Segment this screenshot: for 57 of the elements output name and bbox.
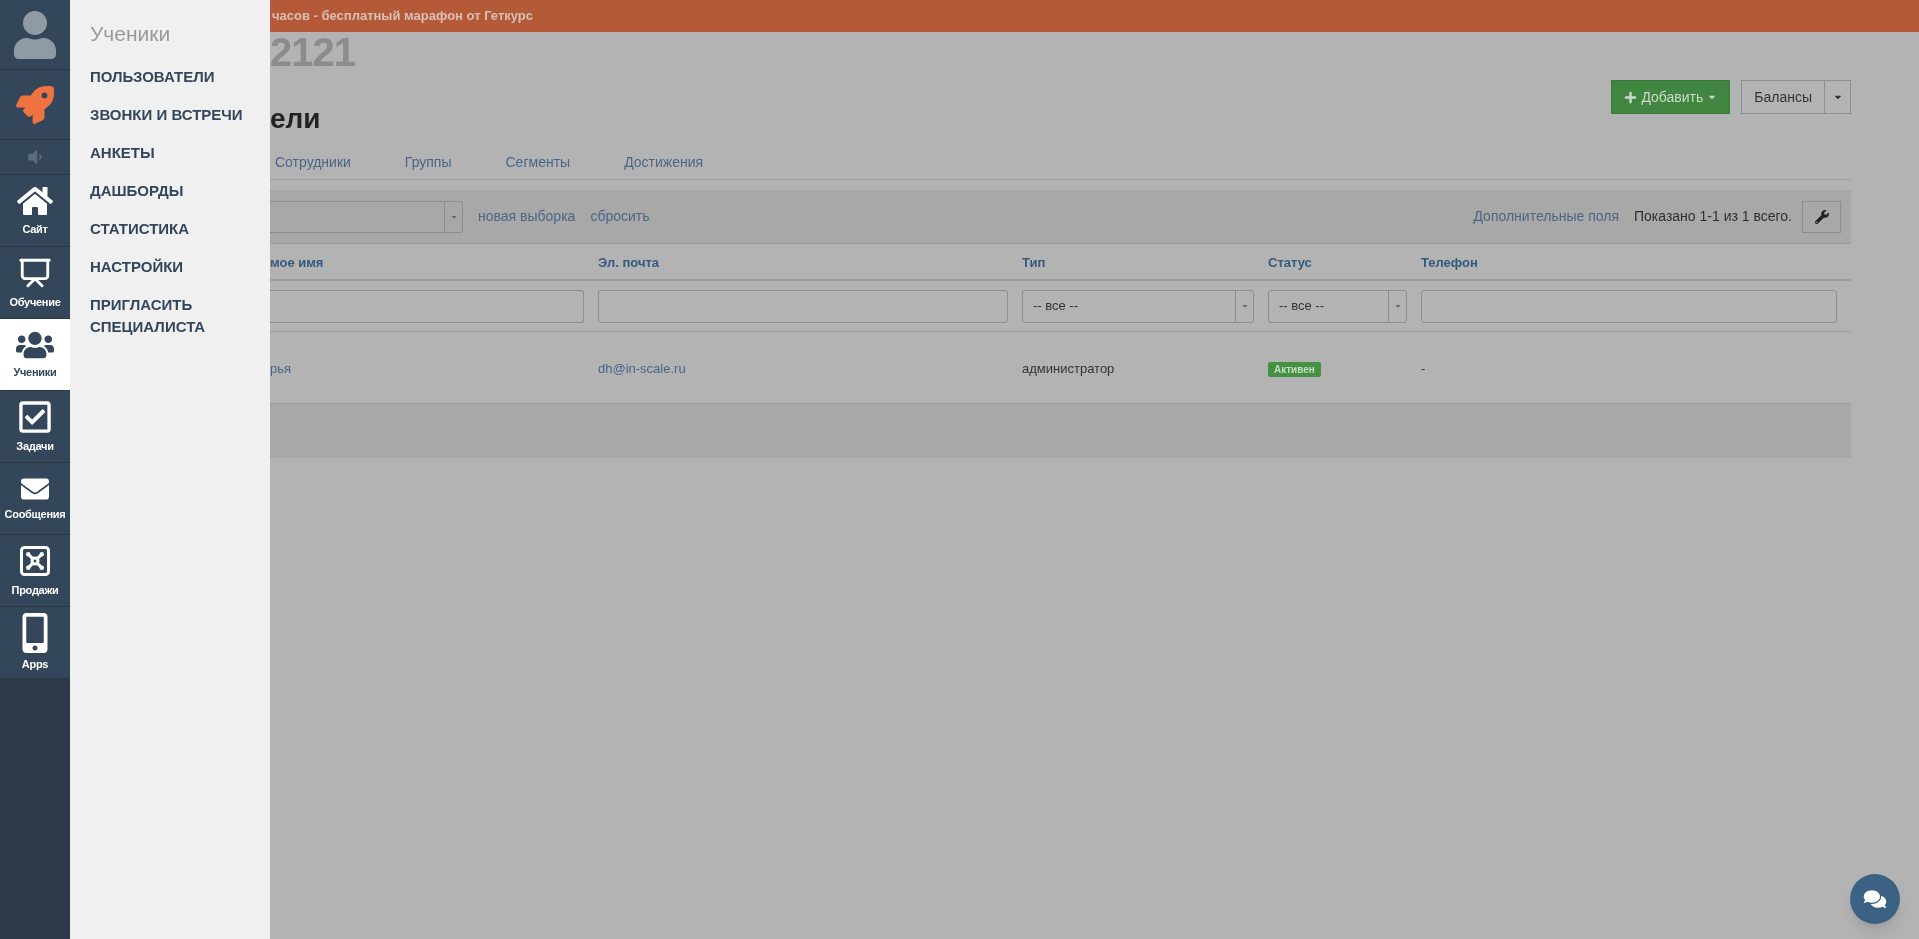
dropdown-button[interactable] — [1825, 80, 1851, 114]
balances-button[interactable]: Балансы — [1741, 80, 1825, 114]
column-header[interactable]: мое имя — [270, 254, 324, 270]
submenu-item[interactable]: АНКЕТЫ — [90, 141, 270, 164]
rail-label: Apps — [21, 656, 49, 672]
rail-label: Ученики — [13, 364, 57, 380]
rail-label: Продажи — [11, 582, 59, 598]
add-button[interactable]: Добавить — [1611, 80, 1731, 114]
rail-label: Сообщения — [4, 506, 66, 522]
rail-item[interactable]: Сайт — [0, 175, 70, 247]
rail-item[interactable] — [0, 70, 70, 140]
rail-item[interactable] — [0, 0, 70, 70]
filter-field[interactable] — [598, 289, 1008, 323]
column-header[interactable]: Статус — [1268, 254, 1312, 270]
column-header[interactable]: Тип — [1022, 254, 1046, 270]
filter-field[interactable] — [1421, 289, 1837, 323]
table-cell: - — [1421, 360, 1426, 376]
rail-item[interactable] — [0, 140, 70, 175]
plus-icon — [1624, 90, 1638, 104]
rocket-icon — [16, 85, 54, 124]
rail-item[interactable]: Ученики — [0, 319, 70, 391]
column-header[interactable]: Телефон — [1421, 254, 1478, 270]
rail-label: Задачи — [16, 438, 54, 454]
wrench-icon — [1814, 209, 1829, 224]
submenu-item[interactable]: НАСТРОЙКИ — [90, 255, 270, 278]
rail-item[interactable]: Обучение — [0, 247, 70, 319]
filter-field[interactable] — [270, 289, 584, 323]
rail-item[interactable]: Продажи — [0, 535, 70, 607]
avatar-icon — [13, 10, 57, 59]
rail-label: Сайт — [22, 221, 48, 237]
caret-icon — [1393, 302, 1402, 310]
rail-item[interactable]: Apps — [0, 607, 70, 679]
filter-select[interactable]: -- все -- — [1022, 289, 1254, 323]
shown-count: Показано 1-1 из 1 всего. — [1634, 207, 1792, 226]
submenu-title: Ученики — [90, 21, 172, 47]
table-cell: администратор — [1022, 360, 1115, 376]
rail-item[interactable]: Задачи — [0, 391, 70, 463]
submenu-item[interactable]: ДАШБОРДЫ — [90, 179, 270, 202]
submenu-item[interactable]: ПОЛЬЗОВАТЕЛИ — [90, 65, 270, 88]
page-heading: ели — [270, 102, 321, 136]
caret-icon — [1240, 302, 1249, 310]
status-badge: Активен — [1268, 361, 1321, 377]
chat-button[interactable] — [1850, 874, 1900, 924]
rail-label: Обучение — [9, 294, 61, 310]
filter-select[interactable]: -- все -- — [1268, 289, 1407, 323]
submenu-item[interactable]: СТАТИСТИКА — [90, 217, 270, 240]
segment-select[interactable] — [270, 200, 463, 233]
phone-icon — [20, 612, 50, 653]
submenu-item[interactable]: ПРИГЛАСИТЬ СПЕЦИАЛИСТА — [90, 293, 270, 338]
settings-button[interactable] — [1802, 200, 1841, 233]
banner-text: часов - бесплатный марафон от Геткурс — [272, 7, 533, 26]
column-header[interactable]: Эл. почта — [598, 254, 660, 270]
submenu-item[interactable]: ЗВОНКИ И ВСТРЕЧИ — [90, 103, 270, 126]
checkbox-icon — [17, 398, 53, 435]
speaker-icon — [25, 148, 45, 166]
chat-icon — [1863, 889, 1887, 909]
rail-item[interactable]: Сообщения — [0, 463, 70, 535]
